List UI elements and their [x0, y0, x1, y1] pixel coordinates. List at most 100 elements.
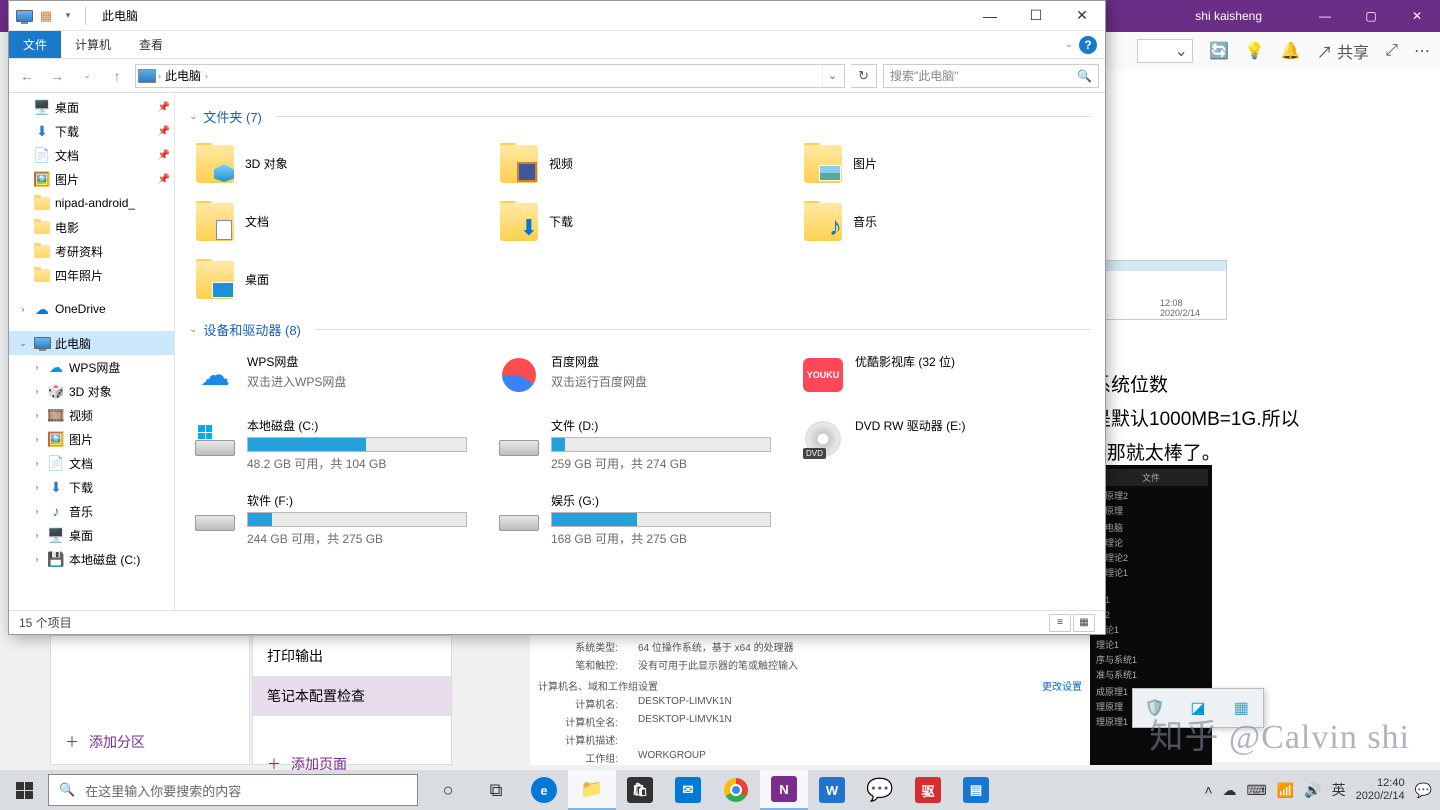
ribbon-expand-icon[interactable]: ⌄ — [1065, 39, 1073, 50]
defender-icon[interactable]: 🛡️ — [1143, 696, 1167, 720]
task-explorer[interactable]: 📁 — [568, 770, 616, 810]
tray-network-icon[interactable]: 📶 — [1277, 782, 1294, 799]
bg-maximize[interactable]: ▢ — [1348, 0, 1394, 32]
tree-nipad[interactable]: nipad-android_ — [9, 191, 174, 215]
tree-3dobjects[interactable]: ›🎲3D 对象 — [9, 379, 174, 403]
tree-cdrive[interactable]: ›💾本地磁盘 (C:) — [9, 547, 174, 571]
tab-view[interactable]: 查看 — [125, 31, 177, 58]
explorer-window: ▦ ▾ 此电脑 — ☐ ✕ 文件 计算机 查看 ⌄ ? ← → ⌄ ↑ › 此电… — [8, 0, 1106, 635]
bulb-icon[interactable]: 💡 — [1245, 41, 1265, 61]
drive-wps[interactable]: ☁ WPS网盘双击进入WPS网盘 — [189, 349, 483, 401]
tree-video[interactable]: ›🎞️视频 — [9, 403, 174, 427]
tree-pictures[interactable]: 🖼️图片📌 — [9, 167, 174, 191]
folder-documents[interactable]: 文档 — [189, 194, 483, 248]
task-chrome[interactable] — [712, 770, 760, 810]
nav-forward-button[interactable]: → — [45, 64, 69, 88]
search-icon: 🔍 — [1077, 69, 1092, 83]
qat-dropdown-icon[interactable]: ▾ — [59, 7, 77, 25]
task-taskview[interactable]: ⧉ — [472, 770, 520, 810]
fullscreen-icon[interactable]: ⤢ — [1385, 42, 1398, 60]
thumb-caption: 12:082020/2/14 — [1160, 298, 1200, 318]
view-icons-button[interactable]: ▦ — [1073, 614, 1095, 632]
tray-clock[interactable]: 12:402020/2/14 — [1356, 777, 1405, 803]
group-drives-header[interactable]: ⌄ 设备和驱动器 (8) — [189, 320, 1091, 339]
onenote-sections: ＋添加分区 — [50, 635, 250, 765]
drive-c[interactable]: 本地磁盘 (C:)48.2 GB 可用，共 104 GB — [189, 413, 483, 476]
task-onenote[interactable]: N — [760, 770, 808, 810]
tab-computer[interactable]: 计算机 — [61, 31, 125, 58]
nav-recent-dropdown[interactable]: ⌄ — [75, 64, 99, 88]
breadcrumb-thispc[interactable]: 此电脑 — [161, 67, 205, 84]
page-config[interactable]: 笔记本配置检查 — [253, 676, 451, 716]
drive-youku[interactable]: YOUKU 优酷影视库 (32 位) — [797, 349, 1091, 401]
tray-volume-icon[interactable]: 🔊 — [1304, 782, 1321, 799]
tray-ime-icon[interactable]: ⌨ — [1247, 782, 1267, 799]
tray-onedrive-icon[interactable]: ☁ — [1223, 782, 1237, 799]
tree-movies[interactable]: 电影 — [9, 215, 174, 239]
drive-g[interactable]: 娱乐 (G:)168 GB 可用，共 275 GB — [493, 488, 787, 551]
task-app-blue[interactable]: ▤ — [952, 770, 1000, 810]
start-button[interactable] — [0, 770, 48, 810]
address-bar[interactable]: › 此电脑 › ⌄ — [135, 64, 845, 88]
bg-minimize[interactable]: — — [1302, 0, 1348, 32]
tree-downloads-pc[interactable]: ›⬇下载 — [9, 475, 174, 499]
share-button[interactable]: ↗ 共享 — [1317, 39, 1369, 63]
more-icon[interactable]: ⋯ — [1414, 41, 1430, 61]
sync-icon[interactable]: 🔄 — [1209, 41, 1229, 61]
folder-3d-objects[interactable]: 3D 对象 — [189, 136, 483, 190]
folder-downloads[interactable]: ⬇下载 — [493, 194, 787, 248]
tree-downloads[interactable]: ⬇下载📌 — [9, 119, 174, 143]
task-app-red[interactable]: 驱 — [904, 770, 952, 810]
folder-music[interactable]: ♪音乐 — [797, 194, 1091, 248]
task-store[interactable]: 🛍 — [616, 770, 664, 810]
tray-lang[interactable]: 英 — [1332, 780, 1346, 800]
minimize-button[interactable]: — — [967, 1, 1013, 31]
task-cortana[interactable]: ○ — [424, 770, 472, 810]
tab-file[interactable]: 文件 — [9, 31, 61, 58]
tree-pictures-pc[interactable]: ›🖼️图片 — [9, 427, 174, 451]
page-print[interactable]: 打印输出 — [253, 636, 451, 676]
tree-music[interactable]: ›♪音乐 — [9, 499, 174, 523]
folder-videos[interactable]: 视频 — [493, 136, 787, 190]
bell-icon[interactable]: 🔔 — [1281, 41, 1301, 61]
tree-thispc[interactable]: ⌄此电脑 — [9, 331, 174, 355]
refresh-button[interactable]: ↻ — [851, 64, 877, 88]
close-button[interactable]: ✕ — [1059, 1, 1105, 31]
drive-baidu[interactable]: 百度网盘双击运行百度网盘 — [493, 349, 787, 401]
tree-kaoyan[interactable]: 考研资料 — [9, 239, 174, 263]
drive-d[interactable]: 文件 (D:)259 GB 可用，共 274 GB — [493, 413, 787, 476]
task-wechat[interactable]: 💬 — [856, 770, 904, 810]
folder-pictures[interactable]: 图片 — [797, 136, 1091, 190]
nav-back-button[interactable]: ← — [15, 64, 39, 88]
folder-desktop[interactable]: 桌面 — [189, 252, 483, 306]
task-mail[interactable]: ✉ — [664, 770, 712, 810]
maximize-button[interactable]: ☐ — [1013, 1, 1059, 31]
tree-documents-pc[interactable]: ›📄文档 — [9, 451, 174, 475]
drive-e-dvd[interactable]: DVD DVD RW 驱动器 (E:) — [797, 413, 1091, 476]
misc-tray-icon[interactable]: ▦ — [1229, 696, 1253, 720]
help-icon[interactable]: ? — [1079, 36, 1097, 54]
tree-desktop-pc[interactable]: ›🖥️桌面 — [9, 523, 174, 547]
search-input[interactable]: 搜索"此电脑" 🔍 — [883, 64, 1099, 88]
tray-expand-icon[interactable]: ˄ — [1204, 782, 1212, 798]
tree-onedrive[interactable]: ›☁OneDrive — [9, 297, 174, 321]
tree-desktop[interactable]: 🖥️桌面📌 — [9, 95, 174, 119]
view-details-button[interactable]: ≡ — [1049, 614, 1071, 632]
add-section-button[interactable]: ＋添加分区 — [51, 722, 249, 762]
tray-notifications-icon[interactable]: 💬 — [1415, 782, 1432, 799]
group;folders-header[interactable]: ⌄ 文件夹 (7) — [189, 107, 1091, 126]
addressbar-dropdown[interactable]: ⌄ — [822, 65, 842, 87]
tree-wps[interactable]: ›☁WPS网盘 — [9, 355, 174, 379]
change-settings-link[interactable]: 更改设置 — [1042, 678, 1082, 693]
bg-close[interactable]: ✕ — [1394, 0, 1440, 32]
tree-documents[interactable]: 📄文档📌 — [9, 143, 174, 167]
taskbar-search[interactable]: 🔍在这里输入你要搜索的内容 — [48, 774, 418, 806]
qat-properties-icon[interactable]: ▦ — [37, 7, 55, 25]
todesk-icon[interactable]: ◪ — [1186, 696, 1210, 720]
task-wps[interactable]: W — [808, 770, 856, 810]
nav-up-button[interactable]: ↑ — [105, 64, 129, 88]
task-edge[interactable]: e — [520, 770, 568, 810]
drive-f[interactable]: 软件 (F:)244 GB 可用，共 275 GB — [189, 488, 483, 551]
tree-photos4[interactable]: 四年照片 — [9, 263, 174, 287]
bg-dropdown[interactable]: ⌄ — [1137, 39, 1193, 63]
